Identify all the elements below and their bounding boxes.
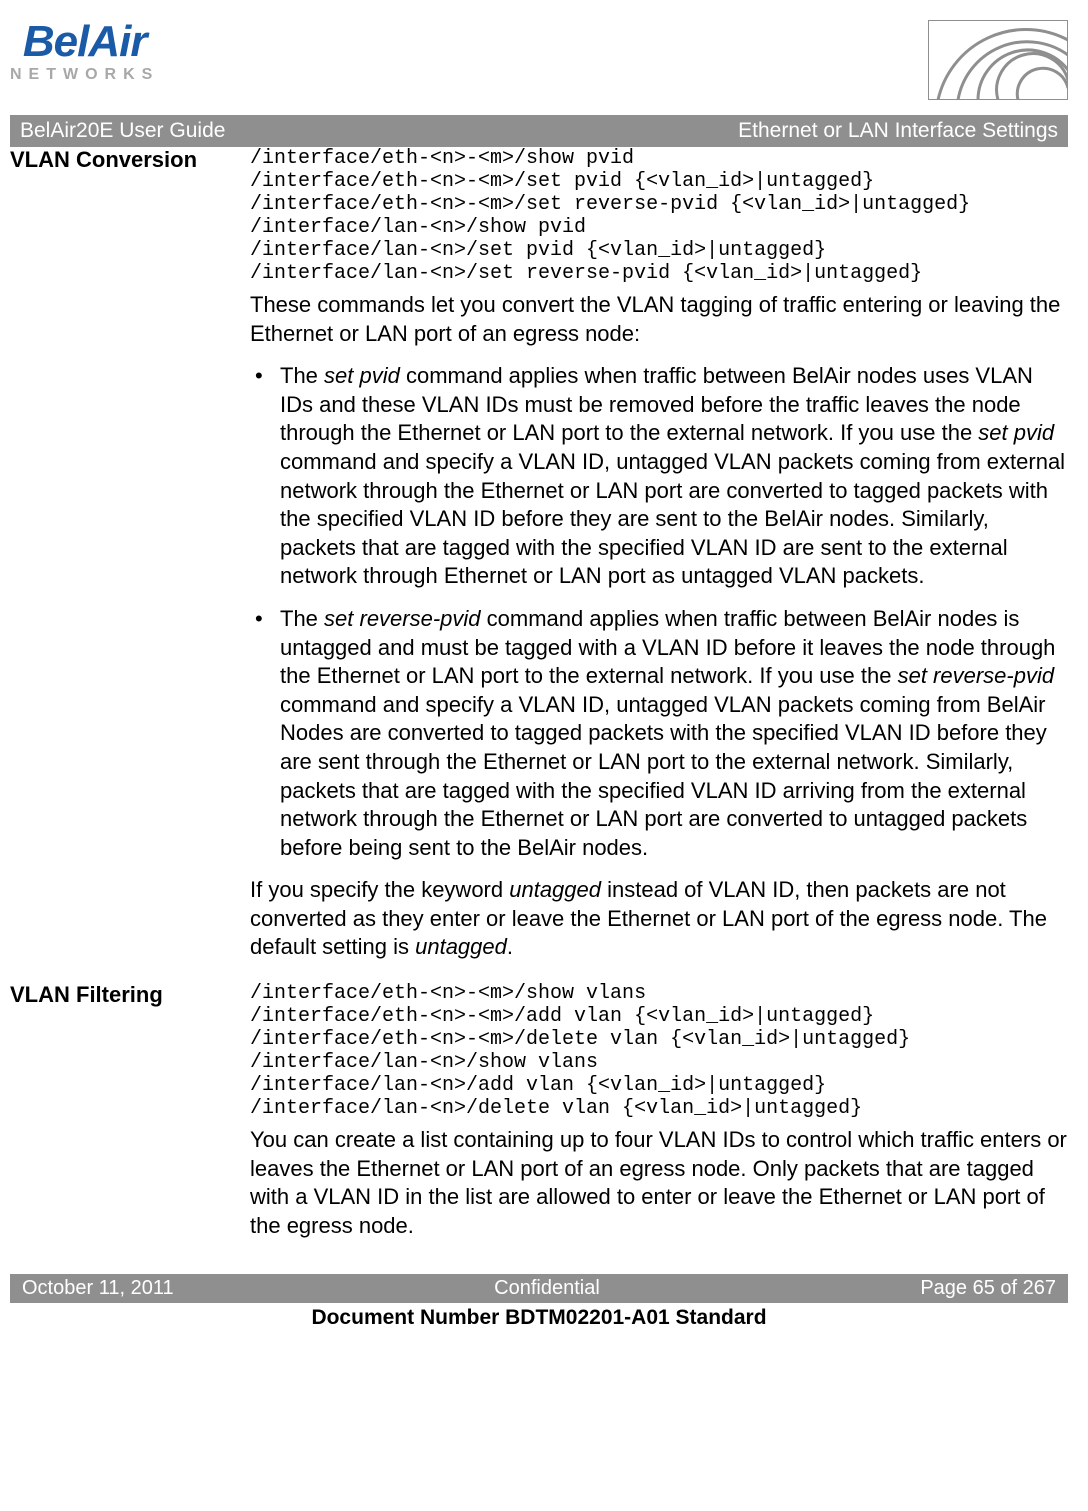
letterhead: BelAir NETWORKS xyxy=(10,20,1068,115)
guide-title: BelAir20E User Guide xyxy=(20,119,225,143)
footer-confidential: Confidential xyxy=(494,1277,600,1300)
cmd-block-vlan-filtering: /interface/eth-<n>-<m>/show vlans /inter… xyxy=(250,982,1068,1120)
footer-docnum: Document Number BDTM02201-A01 Standard xyxy=(10,1303,1068,1333)
para-outro: If you specify the keyword untagged inst… xyxy=(250,876,1068,962)
section-title: Ethernet or LAN Interface Settings xyxy=(738,119,1058,143)
logo-sub-text: NETWORKS xyxy=(10,66,159,84)
cmd-block-vlan-conversion: /interface/eth-<n>-<m>/show pvid /interf… xyxy=(250,147,1068,285)
bullet-set-pvid: The set pvid command applies when traffi… xyxy=(250,362,1068,591)
heading-vlan-conversion: VLAN Conversion xyxy=(10,147,250,173)
heading-vlan-filtering: VLAN Filtering xyxy=(10,982,250,1008)
para-intro: These commands let you convert the VLAN … xyxy=(250,291,1068,348)
footer-page: Page 65 of 267 xyxy=(920,1277,1056,1300)
title-bar: BelAir20E User Guide Ethernet or LAN Int… xyxy=(10,115,1068,147)
footer: October 11, 2011 Confidential Page 65 of… xyxy=(10,1274,1068,1333)
footer-date: October 11, 2011 xyxy=(22,1277,174,1300)
logo-brand-text: BelAir xyxy=(23,20,147,64)
para-vlan-filtering: You can create a list containing up to f… xyxy=(250,1126,1068,1240)
bullet-set-reverse-pvid: The set reverse-pvid command applies whe… xyxy=(250,605,1068,862)
logo-arc-icon xyxy=(928,20,1068,105)
logo-belair: BelAir NETWORKS xyxy=(10,20,159,84)
